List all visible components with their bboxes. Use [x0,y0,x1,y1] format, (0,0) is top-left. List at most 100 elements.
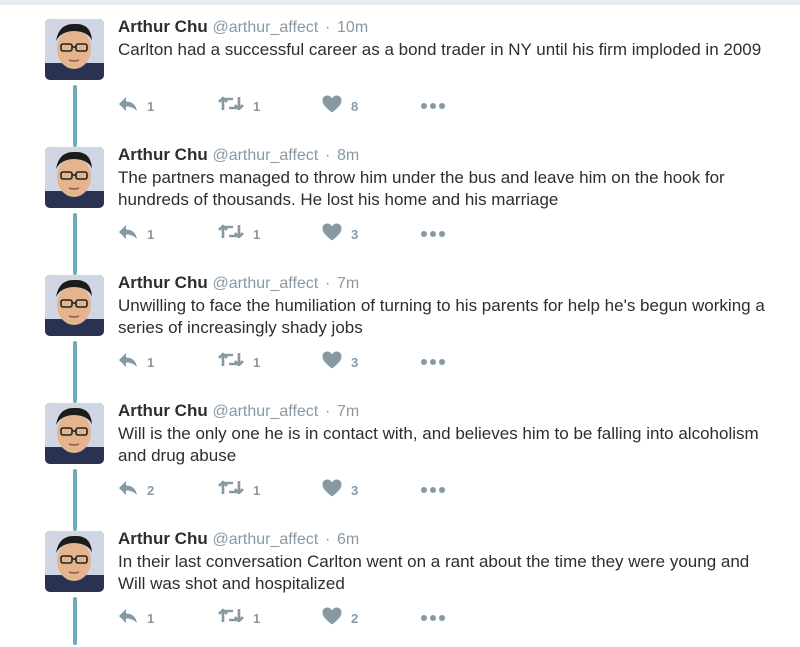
author-handle[interactable]: @arthur_affect [212,19,318,36]
author-handle[interactable]: @arthur_affect [212,147,318,164]
tweet-actions: 2 1 3 [118,478,478,502]
author-name[interactable]: Arthur Chu [118,273,208,292]
more-icon [420,609,446,627]
like-button[interactable]: 8 [322,94,358,118]
reply-button[interactable]: 1 [118,94,154,118]
like-count: 3 [351,226,359,242]
more-icon [420,481,446,499]
tweet-timestamp[interactable]: 10m [337,19,368,36]
retweet-count: 1 [253,98,261,114]
tweet[interactable]: Arthur Chu @arthur_affect · 8m The partn… [0,128,800,275]
author-name[interactable]: Arthur Chu [118,529,208,548]
more-options-button[interactable] [420,222,446,246]
reply-icon [118,608,138,629]
reply-button[interactable]: 1 [118,222,154,246]
author-handle[interactable]: @arthur_affect [212,403,318,420]
avatar[interactable] [45,147,104,208]
more-options-button[interactable] [420,478,446,502]
author-name[interactable]: Arthur Chu [118,401,208,420]
tweet-thread: Arthur Chu @arthur_affect · 10m Carlton … [0,0,800,647]
retweet-button[interactable]: 1 [218,350,260,374]
heart-icon [322,479,342,502]
tweet-text: Unwilling to face the humiliation of tur… [118,296,765,337]
reply-count: 1 [147,354,155,370]
tweet-header: Arthur Chu @arthur_affect · 8m [118,145,359,166]
tweet-header: Arthur Chu @arthur_affect · 7m [118,273,359,294]
retweet-count: 1 [253,482,261,498]
author-name[interactable]: Arthur Chu [118,145,208,164]
retweet-button[interactable]: 1 [218,94,260,118]
more-icon [420,97,446,115]
reply-count: 2 [147,482,155,498]
reply-icon [118,480,138,501]
tweet-actions: 1 1 2 [118,606,478,630]
retweet-icon [218,479,244,501]
tweet-text: Carlton had a successful career as a bon… [118,40,762,59]
like-count: 8 [351,98,359,114]
avatar[interactable] [45,403,104,464]
retweet-button[interactable]: 1 [218,222,260,246]
retweet-icon [218,351,244,373]
avatar[interactable] [45,275,104,336]
tweet-timestamp[interactable]: 7m [337,275,359,292]
reply-icon [118,224,138,245]
reply-count: 1 [147,226,155,242]
tweet-actions: 1 1 3 [118,222,478,246]
reply-button[interactable]: 1 [118,350,154,374]
more-icon [420,225,446,243]
heart-icon [322,95,342,118]
heart-icon [322,351,342,374]
more-options-button[interactable] [420,350,446,374]
separator-dot: · [324,275,331,292]
retweet-icon [218,607,244,629]
retweet-count: 1 [253,354,261,370]
separator-dot: · [324,147,331,164]
separator-dot: · [324,19,331,36]
tweet[interactable]: Arthur Chu @arthur_affect · 7m Will is t… [0,384,800,531]
tweet-text: The partners managed to throw him under … [118,168,725,209]
like-button[interactable]: 3 [322,478,358,502]
reply-icon [118,96,138,117]
avatar[interactable] [45,531,104,592]
retweet-count: 1 [253,226,261,242]
reply-icon [118,352,138,373]
like-count: 2 [351,610,359,626]
heart-icon [322,607,342,630]
separator-dot: · [324,403,331,420]
retweet-button[interactable]: 1 [218,478,260,502]
reply-count: 1 [147,610,155,626]
like-button[interactable]: 3 [322,222,358,246]
retweet-icon [218,95,244,117]
tweet[interactable]: Arthur Chu @arthur_affect · 10m Carlton … [0,0,800,147]
tweet-header: Arthur Chu @arthur_affect · 10m [118,17,368,38]
tweet-actions: 1 1 3 [118,350,478,374]
more-options-button[interactable] [420,94,446,118]
author-name[interactable]: Arthur Chu [118,17,208,36]
thread-connector-line [73,597,77,645]
reply-button[interactable]: 2 [118,478,154,502]
like-button[interactable]: 3 [322,350,358,374]
tweet-header: Arthur Chu @arthur_affect · 7m [118,401,359,422]
tweet-actions: 1 1 8 [118,94,478,118]
tweet-header: Arthur Chu @arthur_affect · 6m [118,529,359,550]
author-handle[interactable]: @arthur_affect [212,531,318,548]
reply-count: 1 [147,98,155,114]
tweet-timestamp[interactable]: 8m [337,147,359,164]
retweet-icon [218,223,244,245]
heart-icon [322,223,342,246]
tweet-text: Will is the only one he is in contact wi… [118,424,759,465]
like-count: 3 [351,482,359,498]
tweet-timestamp[interactable]: 6m [337,531,359,548]
separator-dot: · [324,531,331,548]
avatar[interactable] [45,19,104,80]
reply-button[interactable]: 1 [118,606,154,630]
author-handle[interactable]: @arthur_affect [212,275,318,292]
tweet-text: In their last conversation Carlton went … [118,552,750,593]
like-button[interactable]: 2 [322,606,358,630]
like-count: 3 [351,354,359,370]
more-options-button[interactable] [420,606,446,630]
retweet-button[interactable]: 1 [218,606,260,630]
tweet[interactable]: Arthur Chu @arthur_affect · 6m In their … [0,512,800,645]
tweet[interactable]: Arthur Chu @arthur_affect · 7m Unwilling… [0,256,800,403]
tweet-timestamp[interactable]: 7m [337,403,359,420]
